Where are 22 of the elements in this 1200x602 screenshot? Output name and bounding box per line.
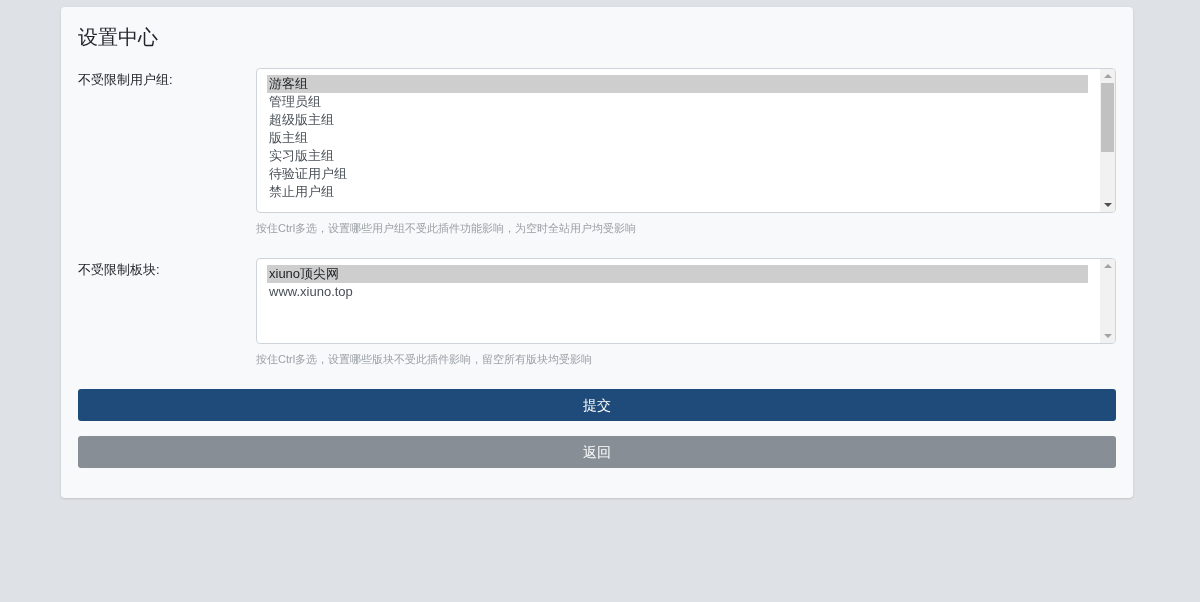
multi-select-list[interactable]: xiuno顶尖网 www.xiuno.top: [256, 258, 1116, 344]
list-option[interactable]: 超级版主组: [267, 111, 1088, 129]
list-option[interactable]: www.xiuno.top: [267, 283, 1088, 301]
list-option[interactable]: 游客组: [267, 75, 1088, 93]
list-option[interactable]: xiuno顶尖网: [267, 265, 1088, 283]
field-label: 不受限制用户组:: [78, 71, 174, 89]
list-option[interactable]: 实习版主组: [267, 147, 1088, 165]
help-text: 按住Ctrl多选，设置哪些版块不受此插件影响，留空所有版块均受影响: [256, 352, 594, 367]
list-option[interactable]: 管理员组: [267, 93, 1088, 111]
submit-button[interactable]: 提交: [78, 389, 1116, 421]
list-option[interactable]: 待验证用户组: [267, 165, 1088, 183]
scroll-down-icon[interactable]: [1103, 203, 1112, 207]
help-text: 按住Ctrl多选，设置哪些用户组不受此插件功能影响，为空时全站用户均受影响: [256, 221, 638, 236]
page-title: 设置中心: [78, 25, 159, 50]
scrollbar[interactable]: [1100, 259, 1115, 343]
scrollbar[interactable]: [1100, 69, 1115, 212]
field-label: 不受限制板块:: [78, 261, 161, 279]
list-option[interactable]: 版主组: [267, 129, 1088, 147]
scroll-up-icon[interactable]: [1103, 264, 1112, 268]
list-option[interactable]: 禁止用户组: [267, 183, 1088, 201]
scroll-up-icon[interactable]: [1103, 74, 1112, 78]
multi-select-list[interactable]: 游客组 管理员组 超级版主组 版主组 实习版主组 待验证用户组 禁止用户组: [256, 68, 1116, 213]
